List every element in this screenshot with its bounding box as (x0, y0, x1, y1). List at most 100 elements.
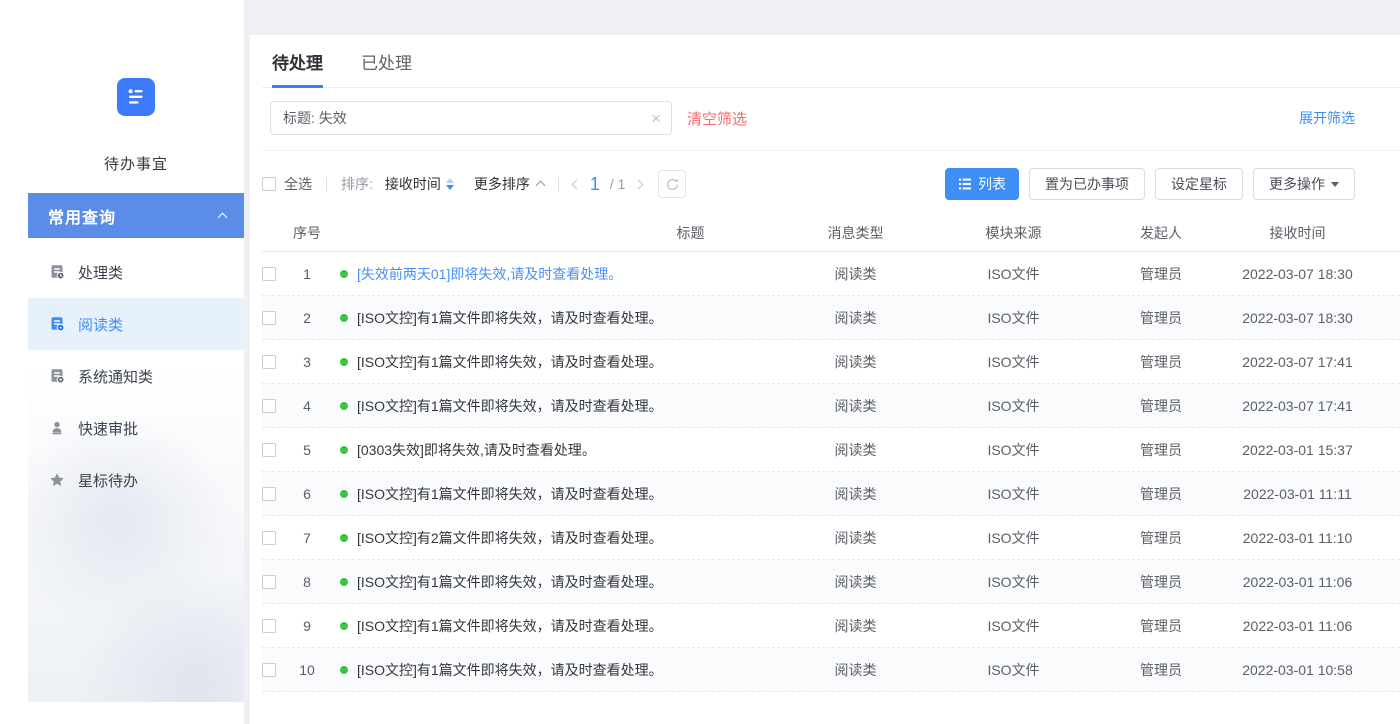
more-actions-label: 更多操作 (1269, 174, 1325, 194)
group-label: 常用查询 (48, 204, 116, 228)
filter-row: 标题: 失效 × 清空筛选 展开筛选 (262, 101, 1400, 135)
row-message-type: 阅读类 (775, 396, 936, 416)
refresh-button[interactable] (658, 170, 686, 198)
sort-caret-icon[interactable] (446, 178, 454, 190)
row-checkbox[interactable] (262, 487, 276, 501)
more-sort-button[interactable]: 更多排序 (474, 174, 544, 194)
divider (558, 177, 559, 192)
status-dot-icon (340, 666, 348, 674)
row-module-source: ISO文件 (936, 308, 1091, 328)
row-index: 5 (288, 442, 326, 458)
row-initiator: 管理员 (1091, 396, 1231, 416)
sidebar-item-processing[interactable]: 处理类 (28, 246, 244, 298)
row-initiator: 管理员 (1091, 616, 1231, 636)
current-page[interactable]: 1 (590, 174, 600, 195)
row-index: 2 (288, 310, 326, 326)
row-message-type: 阅读类 (775, 352, 936, 372)
row-title-link[interactable]: [失效前两天01]即将失效,请及时查看处理。 (357, 264, 622, 284)
row-title-link[interactable]: [ISO文控]有1篇文件即将失效，请及时查看处理。 (357, 352, 663, 372)
row-index: 10 (288, 662, 326, 678)
table-header: 序号 标题 消息类型 模块来源 发起人 接收时间 (262, 215, 1400, 252)
set-star-button[interactable]: 设定星标 (1155, 168, 1243, 200)
row-title-link[interactable]: [ISO文控]有1篇文件即将失效，请及时查看处理。 (357, 572, 663, 592)
more-actions-button[interactable]: 更多操作 (1253, 168, 1355, 200)
todo-app-page: 待办事宜 常用查询 处理类 阅读类 (0, 0, 1400, 724)
row-index: 4 (288, 398, 326, 414)
row-index: 8 (288, 574, 326, 590)
row-initiator: 管理员 (1091, 352, 1231, 372)
clear-filter-link[interactable]: 清空筛选 (687, 108, 747, 129)
caret-down-icon (1331, 182, 1339, 187)
filter-divider (262, 150, 1400, 151)
row-module-source: ISO文件 (936, 572, 1091, 592)
action-buttons: 列表 置为已办事项 设定星标 更多操作 (945, 168, 1355, 200)
row-checkbox[interactable] (262, 619, 276, 633)
row-title-link[interactable]: [ISO文控]有1篇文件即将失效，请及时查看处理。 (357, 660, 663, 680)
clear-search-icon[interactable]: × (651, 110, 661, 127)
todo-app-logo-icon (117, 78, 155, 116)
row-index: 1 (288, 266, 326, 282)
row-title-link[interactable]: [ISO文控]有2篇文件即将失效，请及时查看处理。 (357, 528, 663, 548)
toolbar: 全选 排序: 接收时间 更多排序 1 / 1 (262, 166, 1400, 202)
sort-label: 排序: (341, 174, 373, 194)
row-checkbox[interactable] (262, 355, 276, 369)
row-receive-time: 2022-03-01 11:11 (1231, 486, 1400, 502)
row-message-type: 阅读类 (775, 264, 936, 284)
select-all-checkbox[interactable] (262, 177, 276, 191)
sidebar-item-label: 快速审批 (78, 418, 138, 439)
row-initiator: 管理员 (1091, 264, 1231, 284)
row-checkbox[interactable] (262, 267, 276, 281)
row-checkbox[interactable] (262, 443, 276, 457)
prev-page-icon[interactable] (571, 179, 581, 189)
sidebar-item-starred[interactable]: 星标待办 (28, 454, 244, 506)
sort-field-receive-time[interactable]: 接收时间 (385, 174, 454, 194)
next-page-icon[interactable] (634, 179, 644, 189)
search-input[interactable]: 标题: 失效 × (270, 101, 672, 135)
row-initiator: 管理员 (1091, 440, 1231, 460)
sidebar-item-reading[interactable]: 阅读类 (28, 298, 244, 350)
table-row: 10 [ISO文控]有1篇文件即将失效，请及时查看处理。 阅读类 ISO文件 管… (262, 648, 1400, 692)
header-source: 模块来源 (936, 223, 1091, 243)
row-receive-time: 2022-03-01 11:10 (1231, 530, 1400, 546)
row-module-source: ISO文件 (936, 484, 1091, 504)
table-row: 5 [0303失效]即将失效,请及时查看处理。 阅读类 ISO文件 管理员 20… (262, 428, 1400, 472)
status-dot-icon (340, 490, 348, 498)
expand-filter-link[interactable]: 展开筛选 (1299, 108, 1355, 128)
row-receive-time: 2022-03-07 17:41 (1231, 354, 1400, 370)
row-checkbox[interactable] (262, 311, 276, 325)
row-message-type: 阅读类 (775, 484, 936, 504)
sidebar-group-common-queries[interactable]: 常用查询 (28, 193, 244, 238)
row-module-source: ISO文件 (936, 352, 1091, 372)
row-title-link[interactable]: [0303失效]即将失效,请及时查看处理。 (357, 440, 596, 460)
row-index: 6 (288, 486, 326, 502)
header-time: 接收时间 (1231, 223, 1400, 243)
sidebar-item-quick-approval[interactable]: 快速审批 (28, 402, 244, 454)
table-row: 3 [ISO文控]有1篇文件即将失效，请及时查看处理。 阅读类 ISO文件 管理… (262, 340, 1400, 384)
row-index: 9 (288, 618, 326, 634)
person-stamp-icon (49, 420, 65, 436)
sidebar-item-label: 处理类 (78, 262, 123, 283)
row-checkbox[interactable] (262, 575, 276, 589)
sidebar-item-system-notice[interactable]: 系统通知类 (28, 350, 244, 402)
star-icon (49, 472, 65, 488)
row-module-source: ISO文件 (936, 660, 1091, 680)
row-title-link[interactable]: [ISO文控]有1篇文件即将失效，请及时查看处理。 (357, 396, 663, 416)
table-row: 6 [ISO文控]有1篇文件即将失效，请及时查看处理。 阅读类 ISO文件 管理… (262, 472, 1400, 516)
app-title: 待办事宜 (28, 153, 244, 174)
row-title-link[interactable]: [ISO文控]有1篇文件即将失效，请及时查看处理。 (357, 308, 663, 328)
list-view-button[interactable]: 列表 (945, 168, 1019, 200)
row-module-source: ISO文件 (936, 440, 1091, 460)
row-receive-time: 2022-03-01 11:06 (1231, 618, 1400, 634)
header-initiator: 发起人 (1091, 223, 1231, 243)
row-checkbox[interactable] (262, 399, 276, 413)
status-dot-icon (340, 446, 348, 454)
select-all-label: 全选 (284, 174, 312, 194)
mark-done-button[interactable]: 置为已办事项 (1029, 168, 1145, 200)
row-title-link[interactable]: [ISO文控]有1篇文件即将失效，请及时查看处理。 (357, 616, 663, 636)
refresh-icon (665, 177, 680, 192)
row-checkbox[interactable] (262, 531, 276, 545)
tab-processed[interactable]: 已处理 (361, 49, 412, 87)
tab-pending[interactable]: 待处理 (272, 49, 323, 88)
row-checkbox[interactable] (262, 663, 276, 677)
row-title-link[interactable]: [ISO文控]有1篇文件即将失效，请及时查看处理。 (357, 484, 663, 504)
